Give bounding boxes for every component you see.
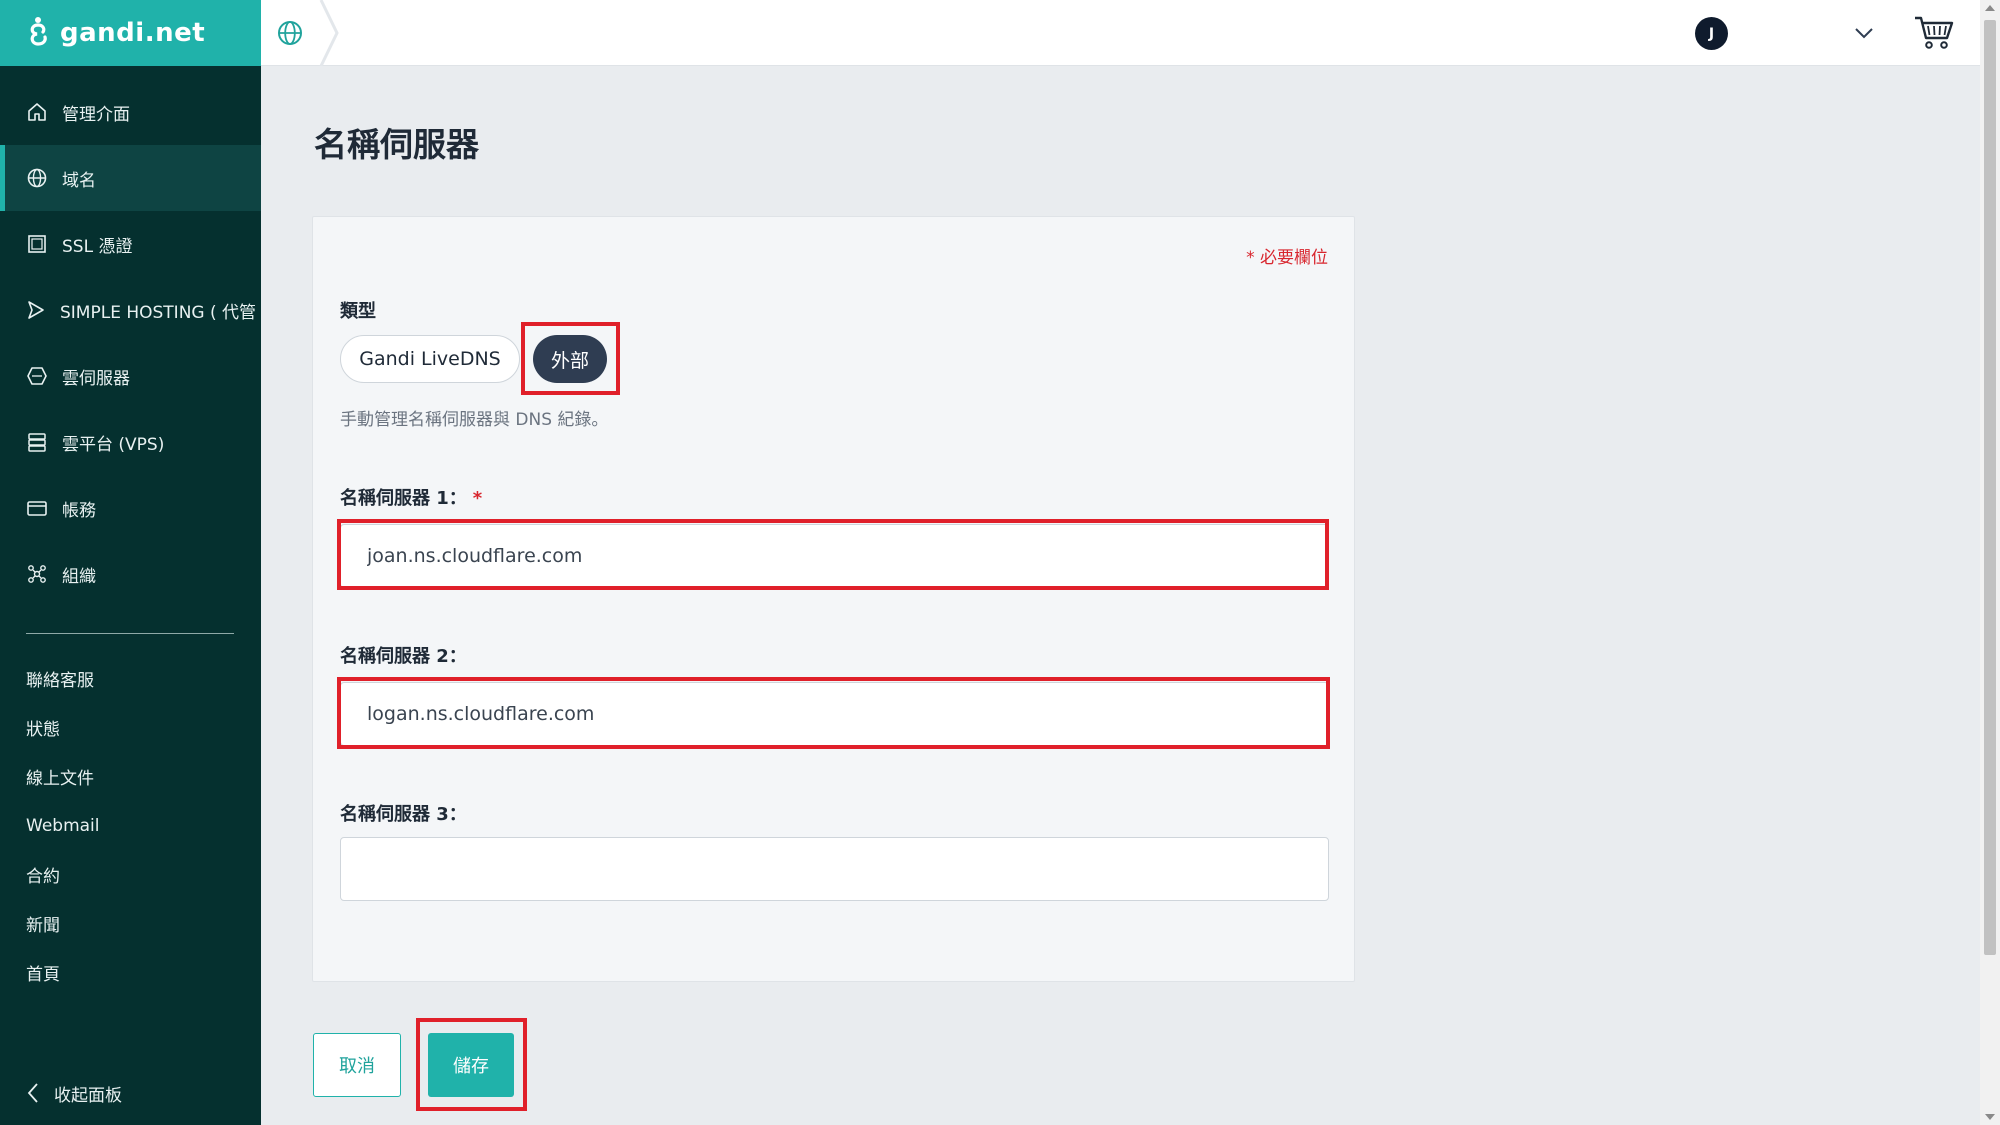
required-asterisk: * bbox=[472, 488, 483, 509]
nameserver-3-label: 名稱伺服器 3： bbox=[340, 804, 467, 825]
link-news[interactable]: 新聞 bbox=[0, 899, 261, 948]
sidebar-item-vps[interactable]: 雲平台 (VPS) bbox=[0, 409, 261, 475]
brand-name: gandi.net bbox=[60, 18, 206, 48]
type-option-gandi-livedns[interactable]: Gandi LiveDNS bbox=[340, 335, 520, 383]
link-webmail[interactable]: Webmail bbox=[0, 801, 261, 850]
link-status[interactable]: 狀態 bbox=[0, 703, 261, 752]
sidebar-item-label: 雲平台 (VPS) bbox=[62, 434, 165, 455]
cloud-server-icon bbox=[27, 367, 47, 385]
nameserver-1-input[interactable] bbox=[340, 524, 1329, 588]
sidebar-item-simple-hosting[interactable]: SIMPLE HOSTING ( 代管 bbox=[0, 277, 261, 343]
link-contracts[interactable]: 合約 bbox=[0, 850, 261, 899]
sidebar-item-domains[interactable]: 域名 bbox=[0, 145, 261, 211]
sidebar-item-label: SIMPLE HOSTING ( 代管 bbox=[60, 302, 257, 323]
gandi-logo-icon bbox=[30, 17, 47, 46]
chevron-down-icon[interactable] bbox=[1853, 22, 1875, 44]
globe-icon bbox=[278, 21, 302, 45]
sidebar-item-label: 管理介面 bbox=[62, 104, 130, 125]
link-contact-support[interactable]: 聯絡客服 bbox=[0, 654, 261, 703]
scroll-down-arrow-icon[interactable] bbox=[1985, 1114, 1995, 1120]
page-scrollbar[interactable] bbox=[1980, 0, 2000, 1125]
sidebar-item-dashboard[interactable]: 管理介面 bbox=[0, 79, 261, 145]
cart-icon[interactable] bbox=[1913, 14, 1955, 50]
sidebar-item-label: 域名 bbox=[62, 170, 96, 191]
required-fields-note: * 必要欄位 bbox=[1246, 248, 1328, 268]
sidebar-divider bbox=[26, 633, 234, 634]
globe-icon bbox=[27, 168, 47, 188]
collapse-panel-button[interactable]: 收起面板 bbox=[0, 1061, 261, 1125]
credit-card-icon bbox=[27, 501, 47, 516]
sidebar-links: 聯絡客服 狀態 線上文件 Webmail 合約 新聞 首頁 bbox=[0, 654, 261, 997]
scroll-thumb[interactable] bbox=[1984, 20, 1996, 955]
save-button[interactable]: 儲存 bbox=[428, 1033, 514, 1097]
certificate-icon bbox=[28, 235, 46, 253]
sidebar-item-label: 組織 bbox=[62, 566, 96, 587]
sidebar-item-label: 雲伺服器 bbox=[62, 368, 130, 389]
sidebar-item-label: SSL 憑證 bbox=[62, 236, 133, 257]
avatar[interactable]: J bbox=[1695, 17, 1728, 50]
sidebar-item-organization[interactable]: 組織 bbox=[0, 541, 261, 607]
nameserver-2-input[interactable] bbox=[340, 682, 1329, 746]
sidebar-item-ssl[interactable]: SSL 憑證 bbox=[0, 211, 261, 277]
sidebar-nav: 管理介面 域名 SSL 憑證 SIMPLE HOSTING ( 代管 雲伺服器 … bbox=[0, 79, 261, 607]
link-documentation[interactable]: 線上文件 bbox=[0, 752, 261, 801]
nameserver-2-label: 名稱伺服器 2： bbox=[340, 646, 467, 667]
sidebar: gandi.net 管理介面 域名 SSL 憑證 SIMPLE HOSTING … bbox=[0, 0, 261, 1125]
chevron-left-icon bbox=[27, 1083, 38, 1103]
nameserver-1-label-text: 名稱伺服器 1： bbox=[340, 488, 467, 509]
vps-icon bbox=[28, 433, 46, 452]
nameserver-3-input[interactable] bbox=[340, 837, 1329, 901]
nameserver-form-card: * 必要欄位 類型 Gandi LiveDNS 外部 手動管理名稱伺服器與 DN… bbox=[312, 216, 1355, 982]
nameserver-1-label: 名稱伺服器 1： * bbox=[340, 484, 482, 510]
collapse-panel-label: 收起面板 bbox=[54, 1085, 122, 1106]
home-icon bbox=[28, 103, 46, 121]
sidebar-item-label: 帳務 bbox=[62, 500, 96, 521]
type-label: 類型 bbox=[340, 301, 376, 322]
page-title: 名稱伺服器 bbox=[314, 125, 479, 164]
scroll-up-arrow-icon[interactable] bbox=[1985, 5, 1995, 11]
brand-logo[interactable]: gandi.net bbox=[0, 0, 261, 66]
sidebar-item-billing[interactable]: 帳務 bbox=[0, 475, 261, 541]
play-icon bbox=[28, 301, 44, 319]
breadcrumb-separator-icon bbox=[319, 0, 339, 66]
cancel-button[interactable]: 取消 bbox=[313, 1033, 401, 1097]
sidebar-item-cloud-server[interactable]: 雲伺服器 bbox=[0, 343, 261, 409]
domain-switcher[interactable] bbox=[261, 0, 319, 66]
type-option-external[interactable]: 外部 bbox=[533, 335, 607, 383]
top-header: J bbox=[261, 0, 1980, 66]
link-home[interactable]: 首頁 bbox=[0, 948, 261, 997]
organization-icon bbox=[28, 565, 46, 583]
type-help-text: 手動管理名稱伺服器與 DNS 紀錄。 bbox=[340, 410, 609, 430]
